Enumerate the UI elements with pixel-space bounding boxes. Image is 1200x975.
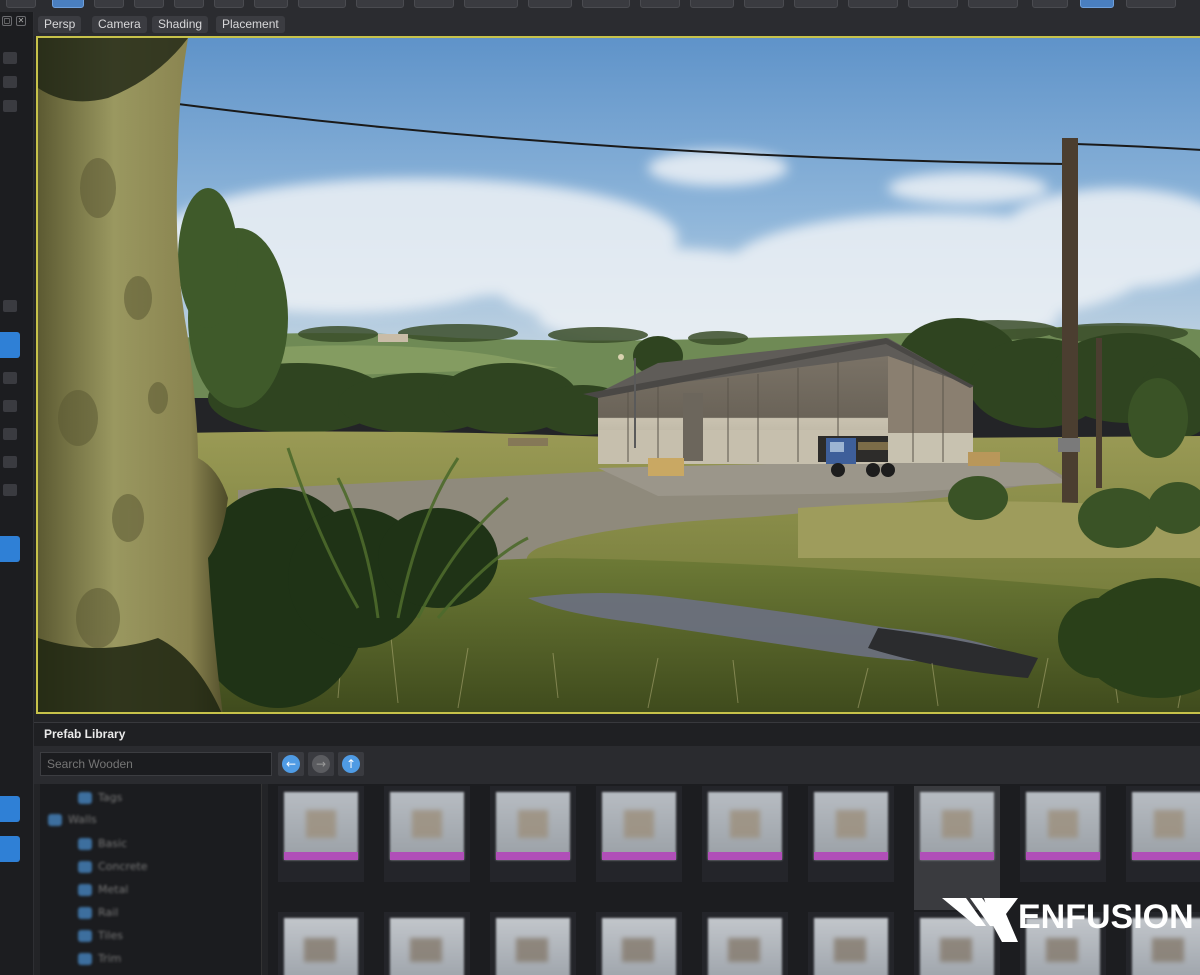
prefab-thumbnail[interactable] — [490, 786, 576, 882]
tree-item[interactable]: Metal — [78, 880, 128, 900]
panel-item[interactable] — [3, 400, 17, 412]
arrow-right-icon: → — [312, 755, 330, 773]
prefab-library-header: Prefab Library — [34, 722, 1200, 746]
panel-item[interactable] — [3, 456, 17, 468]
folder-icon — [78, 930, 92, 942]
panel-item[interactable] — [3, 484, 17, 496]
toolbar-button[interactable] — [254, 0, 288, 8]
toolbar-button[interactable] — [356, 0, 404, 8]
prefab-thumbnail[interactable] — [1126, 786, 1200, 882]
enfusion-logo-mark — [942, 898, 1018, 942]
toolbar-button[interactable] — [174, 0, 204, 8]
panel-item-active[interactable] — [0, 536, 20, 562]
tree-item[interactable]: Basic — [78, 834, 127, 854]
prefab-thumbnail[interactable] — [702, 912, 788, 975]
toolbar-button[interactable] — [690, 0, 734, 8]
logo-text: ENFUSION — [1018, 898, 1194, 936]
toolbar-button[interactable] — [968, 0, 1018, 8]
panel-item-active[interactable] — [0, 836, 20, 862]
tab-camera[interactable]: Camera — [92, 16, 147, 33]
toolbar-button[interactable] — [1032, 0, 1068, 8]
main-toolbar — [0, 0, 1200, 12]
folder-icon — [78, 861, 92, 873]
toolbar-button[interactable] — [640, 0, 680, 8]
panel-item-active[interactable] — [0, 796, 20, 822]
restore-icon[interactable]: ◻ — [2, 16, 12, 26]
folder-icon — [78, 792, 92, 804]
prefab-thumbnail[interactable] — [702, 786, 788, 882]
panel-item[interactable] — [3, 52, 17, 64]
panel-item[interactable] — [3, 76, 17, 88]
prefab-thumbnail[interactable] — [278, 912, 364, 975]
3d-viewport[interactable] — [36, 36, 1200, 714]
toolbar-button[interactable] — [744, 0, 784, 8]
editor-window: ◻ ✕ Persp Camera Shading Placement Prefa… — [0, 0, 1200, 975]
tree-item[interactable]: Tags — [78, 788, 122, 808]
arrow-left-icon: ← — [282, 755, 300, 773]
toolbar-button[interactable] — [298, 0, 346, 8]
viewport-toolbar: Persp Camera Shading Placement — [34, 12, 1200, 36]
panel-title: Prefab Library — [44, 727, 126, 741]
toolbar-button[interactable] — [414, 0, 454, 8]
panel-item-active[interactable] — [0, 332, 20, 358]
toolbar-button-active[interactable] — [1080, 0, 1114, 8]
toolbar-button[interactable] — [214, 0, 244, 8]
up-button[interactable]: ↑ — [338, 752, 364, 776]
toolbar-button[interactable] — [908, 0, 958, 8]
prefab-thumbnail[interactable] — [490, 912, 576, 975]
toolbar-button[interactable] — [1126, 0, 1176, 8]
prefab-thumbnail[interactable] — [278, 786, 364, 882]
forward-button[interactable]: → — [308, 752, 334, 776]
panel-item[interactable] — [3, 372, 17, 384]
panel-item[interactable] — [3, 428, 17, 440]
toolbar-button[interactable] — [794, 0, 838, 8]
prefab-thumbnail[interactable] — [1020, 786, 1106, 882]
toolbar-button[interactable] — [94, 0, 124, 8]
tree-item[interactable]: Trim — [78, 949, 121, 969]
tree-item[interactable]: Concrete — [78, 857, 148, 877]
folder-icon — [78, 953, 92, 965]
prefab-thumbnail[interactable] — [596, 786, 682, 882]
prefab-thumbnail[interactable] — [384, 786, 470, 882]
toolbar-button[interactable] — [848, 0, 898, 8]
prefab-thumbnail[interactable] — [808, 786, 894, 882]
toolbar-button[interactable] — [528, 0, 572, 8]
toolbar-button[interactable] — [6, 0, 36, 8]
tree-item[interactable]: Walls — [48, 810, 97, 830]
left-panel-strip: ◻ ✕ — [0, 12, 34, 975]
folder-icon — [48, 814, 62, 826]
enfusion-logo: ENFUSION — [940, 890, 1200, 950]
search-input[interactable] — [40, 752, 272, 776]
viewport-scene — [38, 38, 1200, 712]
panel-item[interactable] — [3, 100, 17, 112]
folder-icon — [78, 907, 92, 919]
prefab-thumbnail[interactable] — [596, 912, 682, 975]
back-button[interactable]: ← — [278, 752, 304, 776]
panel-item[interactable] — [3, 300, 17, 312]
arrow-up-icon: ↑ — [342, 755, 360, 773]
toolbar-button[interactable] — [134, 0, 164, 8]
prefab-thumbnail[interactable] — [808, 912, 894, 975]
tab-persp[interactable]: Persp — [38, 16, 82, 33]
prefab-thumbnail[interactable] — [384, 912, 470, 975]
tab-placement[interactable]: Placement — [216, 16, 285, 33]
toolbar-button[interactable] — [582, 0, 630, 8]
toolbar-button-active[interactable] — [52, 0, 84, 8]
tree-item[interactable]: Tiles — [78, 926, 123, 946]
folder-tree: Tags Walls Basic Concrete Metal Rail Til… — [40, 784, 262, 975]
close-icon[interactable]: ✕ — [16, 16, 26, 26]
prefab-library-toolbar: ← → ↑ — [34, 746, 1200, 784]
folder-icon — [78, 884, 92, 896]
tree-item[interactable]: Rail — [78, 903, 118, 923]
folder-icon — [78, 838, 92, 850]
toolbar-button[interactable] — [464, 0, 518, 8]
tab-shading[interactable]: Shading — [152, 16, 209, 33]
